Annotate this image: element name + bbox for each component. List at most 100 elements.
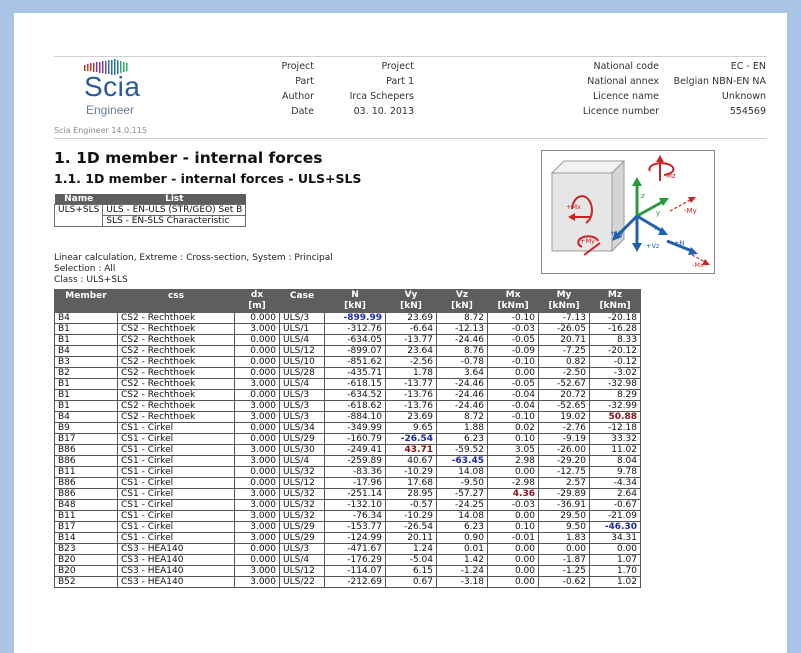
table-cell: B4 — [54, 345, 118, 357]
table-cell: 14.08 — [436, 510, 488, 522]
table-cell: 3.000 — [234, 444, 280, 456]
table-cell: 40.67 — [385, 455, 437, 467]
table-cell: CS1 - Cirkel — [117, 532, 235, 544]
column-header-name: Mx — [505, 290, 521, 300]
column-header-name: Vy — [404, 290, 418, 300]
column-header-unit: [kNm] — [497, 301, 529, 311]
table-cell: -1.24 — [436, 565, 488, 577]
table-cell: 8.04 — [589, 455, 641, 467]
table-cell: CS1 - Cirkel — [117, 510, 235, 522]
table-cell: CS2 - Rechthoek — [117, 411, 235, 423]
table-cell: 0.000 — [234, 367, 280, 379]
project-value: Project — [381, 61, 414, 72]
table-row: B17 CS1 - Cirkel 0.000 ULS/29 -160.79 -26.54 6… — [54, 433, 641, 445]
column-header-unit: [kNm] — [599, 301, 631, 311]
table-cell: ULS/29 — [279, 521, 325, 533]
table-cell: 1.02 — [589, 576, 641, 588]
table-cell: 0.00 — [487, 510, 539, 522]
table-cell: 1.83 — [538, 532, 590, 544]
table-cell: 0.000 — [234, 312, 280, 324]
logo-wordmark: Scia — [84, 71, 141, 102]
licence-name-label: Licence name — [592, 91, 659, 102]
table-cell: -618.62 — [324, 400, 386, 412]
table-cell: -46.30 — [589, 521, 641, 533]
table-cell: -13.77 — [385, 334, 437, 346]
table-cell: 8.76 — [436, 345, 488, 357]
combo-list-item: ULS - EN-ULS (STR/GEO) Set B — [102, 204, 247, 216]
table-cell: -32.99 — [589, 400, 641, 412]
table-cell: -2.50 — [538, 367, 590, 379]
table-cell: -851.62 — [324, 356, 386, 368]
table-cell: -0.10 — [487, 411, 539, 423]
table-row: B52 CS3 - HEA140 3.000 ULS/22 -212.69 0.67 -3.… — [54, 576, 641, 588]
table-cell: ULS/3 — [279, 312, 325, 324]
label-pos-vy: +Vy — [610, 229, 624, 237]
table-cell: -2.98 — [487, 477, 539, 489]
table-cell: ULS/30 — [279, 444, 325, 456]
table-cell: 0.00 — [538, 543, 590, 555]
table-cell: 0.10 — [487, 433, 539, 445]
table-cell: -13.76 — [385, 400, 437, 412]
national-annex-value: Belgian NBN-EN NA — [673, 76, 766, 87]
table-cell: -9.50 — [436, 477, 488, 489]
table-cell: -5.04 — [385, 554, 437, 566]
table-cell: -0.04 — [487, 389, 539, 401]
table-cell: -13.77 — [385, 378, 437, 390]
table-cell: -349.99 — [324, 422, 386, 434]
table-cell: -24.46 — [436, 400, 488, 412]
table-cell: 11.02 — [589, 444, 641, 456]
table-row: B17 CS1 - Cirkel 3.000 ULS/29 -153.77 -26.54 6… — [54, 521, 641, 533]
software-version: Scia Engineer 14.0.115 — [54, 126, 147, 135]
calc-settings: Linear calculation, Extreme : Cross-sect… — [54, 253, 333, 263]
national-code-value: EC - EN — [730, 61, 766, 72]
table-cell: -471.67 — [324, 543, 386, 555]
table-cell: 23.69 — [385, 312, 437, 324]
table-cell: 6.23 — [436, 521, 488, 533]
report-page: Scia Engineer Scia Engineer 14.0.115 Pro… — [14, 13, 787, 653]
table-cell: 1.88 — [436, 422, 488, 434]
column-header-unit — [283, 302, 321, 312]
table-cell: -17.96 — [324, 477, 386, 489]
table-cell: -160.79 — [324, 433, 386, 445]
column-header: Vz [kN] — [436, 289, 488, 313]
label-neg-my: -My — [684, 207, 697, 215]
table-cell: ULS/32 — [279, 499, 325, 511]
table-cell: CS1 - Cirkel — [117, 499, 235, 511]
table-cell: B1 — [54, 323, 118, 335]
table-cell: -0.10 — [487, 356, 539, 368]
table-cell: 0.00 — [589, 543, 641, 555]
table-cell: ULS/3 — [279, 389, 325, 401]
table-row: B14 CS1 - Cirkel 3.000 ULS/29 -124.99 20.11 0.… — [54, 532, 641, 544]
table-row: B3 CS2 - Rechthoek 0.000 ULS/10 -851.62 -2.56… — [54, 356, 641, 368]
table-cell: -0.03 — [487, 323, 539, 335]
column-header-unit: [m] — [248, 301, 266, 311]
table-cell: -899.99 — [324, 312, 386, 324]
table-cell: 6.23 — [436, 433, 488, 445]
date-value: 03. 10. 2013 — [353, 106, 414, 117]
table-cell: -57.27 — [436, 488, 488, 500]
combination-table: Name List ULS+SLS ULS - EN-ULS (STR/GEO)… — [53, 194, 247, 227]
table-cell: 34.31 — [589, 532, 641, 544]
label-z: z — [641, 192, 645, 200]
table-cell: 28.95 — [385, 488, 437, 500]
table-row: B4 CS2 - Rechthoek 3.000 ULS/3 -884.10 23.69 8… — [54, 411, 641, 423]
table-row: B86 CS1 - Cirkel 3.000 ULS/32 -251.14 28.95 -5… — [54, 488, 641, 500]
table-cell: -0.57 — [385, 499, 437, 511]
table-row: B20 CS3 - HEA140 3.000 ULS/12 -114.07 6.15 -1.… — [54, 565, 641, 577]
table-cell: CS2 - Rechthoek — [117, 367, 235, 379]
code-info-values: EC - EN Belgian NBN-EN NA Unknown 554569 — [666, 59, 766, 119]
table-cell: -7.13 — [538, 312, 590, 324]
column-header-name: Vz — [455, 290, 469, 300]
sign-convention-icon: Mz -My +Mx +My +Vz +Vy +N -Mx z y x — [550, 155, 710, 269]
column-header-unit: [kNm] — [548, 301, 580, 311]
table-cell: ULS/12 — [279, 565, 325, 577]
table-cell: 3.000 — [234, 532, 280, 544]
project-info-values: Project Part 1 Irca Schepers 03. 10. 201… — [334, 59, 414, 119]
column-header: Member — [54, 289, 118, 313]
table-cell: -259.89 — [324, 455, 386, 467]
column-header: My [kNm] — [538, 289, 590, 313]
table-row: B86 CS1 - Cirkel 0.000 ULS/12 -17.96 17.68 -9.… — [54, 477, 641, 489]
table-cell: -435.71 — [324, 367, 386, 379]
table-cell: 0.00 — [487, 576, 539, 588]
table-row: B1 CS2 - Rechthoek 3.000 ULS/4 -618.15 -13.77… — [54, 378, 641, 390]
